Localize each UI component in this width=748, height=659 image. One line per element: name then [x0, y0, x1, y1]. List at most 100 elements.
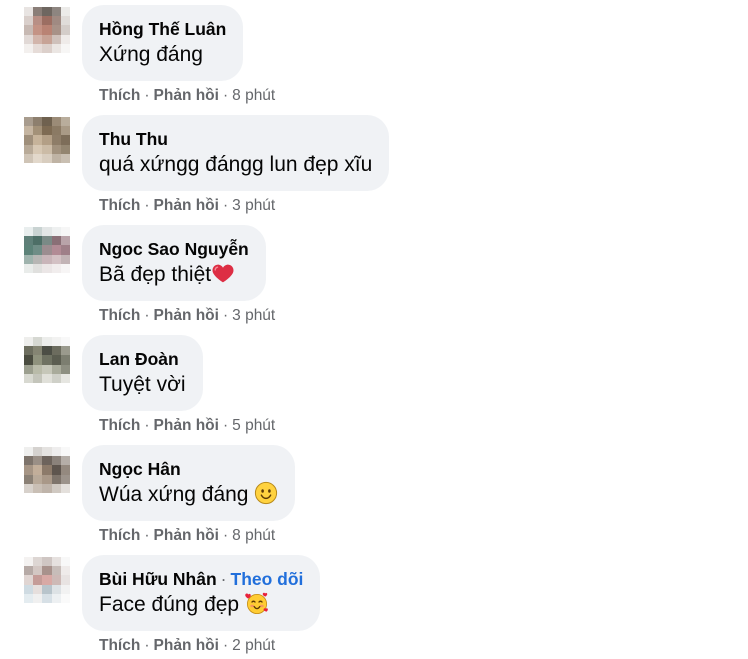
author-line: Ngọc Hân: [99, 457, 278, 481]
avatar-pixel: [60, 593, 70, 603]
avatar-pixel: [33, 566, 43, 576]
avatar-pixel: [24, 144, 34, 154]
avatar-pixel: [42, 263, 52, 273]
avatar-pixel: [42, 153, 52, 163]
avatar-pixel: [33, 584, 43, 594]
avatar-pixel: [24, 474, 34, 484]
avatar-pixel: [51, 153, 61, 163]
avatar-pixel: [24, 575, 34, 585]
avatar-pixel: [33, 43, 43, 53]
avatar-pixel: [33, 16, 43, 26]
avatar-pixel: [60, 456, 70, 466]
separator-dot: ·: [222, 197, 229, 214]
avatar-pixel: [60, 263, 70, 273]
avatar-pixel: [60, 25, 70, 35]
avatar-pixel: [51, 144, 61, 154]
comment-timestamp[interactable]: 5 phút: [232, 417, 275, 434]
like-button[interactable]: Thích: [99, 87, 140, 104]
avatar-pixel: [51, 263, 61, 273]
avatar-pixel: [33, 144, 43, 154]
avatar-pixel: [60, 7, 70, 17]
avatar-pixel: [51, 447, 61, 457]
avatar-pixel: [24, 355, 34, 365]
reply-button[interactable]: Phản hồi: [154, 417, 219, 434]
avatar-pixel: [42, 373, 52, 383]
comment: Ngọc Hân Wúa xứng đáng Thích · Phản hồi · 8 …: [0, 445, 748, 555]
author-name[interactable]: Hồng Thế Luân: [99, 19, 226, 39]
like-button[interactable]: Thích: [99, 637, 140, 654]
comment-bubble: Lan Đoàn Tuyệt vời: [82, 335, 203, 411]
avatar-pixel: [42, 346, 52, 356]
author-name[interactable]: Lan Đoàn: [99, 349, 179, 369]
comment-actions: Thích · Phản hồi · 3 phút: [82, 306, 275, 326]
avatar-pixel: [42, 7, 52, 17]
avatar-pixel: [42, 337, 52, 347]
avatar-pixel: [33, 474, 43, 484]
like-button[interactable]: Thích: [99, 307, 140, 324]
avatar-pixel: [33, 153, 43, 163]
avatar[interactable]: [24, 117, 70, 163]
avatar-pixel: [33, 373, 43, 383]
comment-actions: Thích · Phản hồi · 2 phút: [82, 636, 275, 656]
avatar-pixel: [24, 557, 34, 567]
like-button[interactable]: Thích: [99, 527, 140, 544]
avatar-pixel: [42, 144, 52, 154]
avatar-pixel: [42, 135, 52, 145]
separator-dot: ·: [144, 87, 150, 104]
avatar-pixel: [51, 117, 61, 127]
avatar[interactable]: [24, 447, 70, 493]
avatar[interactable]: [24, 557, 70, 603]
avatar[interactable]: [24, 7, 70, 53]
avatar-pixel: [51, 474, 61, 484]
like-button[interactable]: Thích: [99, 197, 140, 214]
avatar-pixel: [51, 346, 61, 356]
comment-timestamp[interactable]: 2 phút: [232, 637, 275, 654]
like-button[interactable]: Thích: [99, 417, 140, 434]
comment: Ngoc Sao Nguyễn Bã đẹp thiệt Thích · Phản …: [0, 225, 748, 335]
avatar-pixel: [33, 245, 43, 255]
author-name[interactable]: Ngọc Hân: [99, 459, 181, 479]
comment-text: Xứng đáng: [99, 41, 226, 69]
reply-button[interactable]: Phản hồi: [154, 87, 219, 104]
comment-timestamp[interactable]: 8 phút: [232, 87, 275, 104]
avatar-pixel: [33, 263, 43, 273]
avatar-pixel: [24, 456, 34, 466]
follow-link[interactable]: Theo dõi: [231, 569, 304, 589]
avatar-pixel: [24, 254, 34, 264]
reply-button[interactable]: Phản hồi: [154, 527, 219, 544]
avatar-pixel: [33, 346, 43, 356]
comment-bubble: Bùi Hữu Nhân · Theo dõi Face đúng đẹp: [82, 555, 321, 631]
avatar-pixel: [33, 126, 43, 136]
comment-text-content: Face đúng đẹp: [99, 593, 245, 616]
avatar-pixel: [51, 364, 61, 374]
comment-bubble: Ngọc Hân Wúa xứng đáng: [82, 445, 296, 521]
comment-timestamp[interactable]: 3 phút: [232, 307, 275, 324]
avatar-pixel: [33, 135, 43, 145]
comment-body: Hồng Thế Luân Xứng đáng Thích · Phản hồi · 8…: [82, 5, 275, 106]
avatar-pixel: [33, 25, 43, 35]
comment-timestamp[interactable]: 8 phút: [232, 527, 275, 544]
avatar-pixel: [42, 465, 52, 475]
avatar-pixel: [60, 474, 70, 484]
avatar-pixel: [60, 584, 70, 594]
comment-body: Ngoc Sao Nguyễn Bã đẹp thiệt Thích · Phản …: [82, 225, 275, 326]
reply-button[interactable]: Phản hồi: [154, 307, 219, 324]
author-name[interactable]: Ngoc Sao Nguyễn: [99, 239, 249, 259]
avatar-pixel: [51, 575, 61, 585]
author-line: Hồng Thế Luân: [99, 17, 226, 41]
avatar-pixel: [60, 355, 70, 365]
comment-bubble: Hồng Thế Luân Xứng đáng: [82, 5, 244, 81]
avatar-pixel: [42, 593, 52, 603]
author-name[interactable]: Bùi Hữu Nhân: [99, 569, 217, 589]
reply-button[interactable]: Phản hồi: [154, 197, 219, 214]
avatar[interactable]: [24, 227, 70, 273]
avatar-pixel: [60, 16, 70, 26]
avatar-pixel: [42, 566, 52, 576]
avatar-pixel: [42, 557, 52, 567]
avatar[interactable]: [24, 337, 70, 383]
author-name[interactable]: Thu Thu: [99, 129, 168, 149]
avatar-pixel: [24, 346, 34, 356]
avatar-pixel: [51, 16, 61, 26]
comment-timestamp[interactable]: 3 phút: [232, 197, 275, 214]
reply-button[interactable]: Phản hồi: [154, 637, 219, 654]
